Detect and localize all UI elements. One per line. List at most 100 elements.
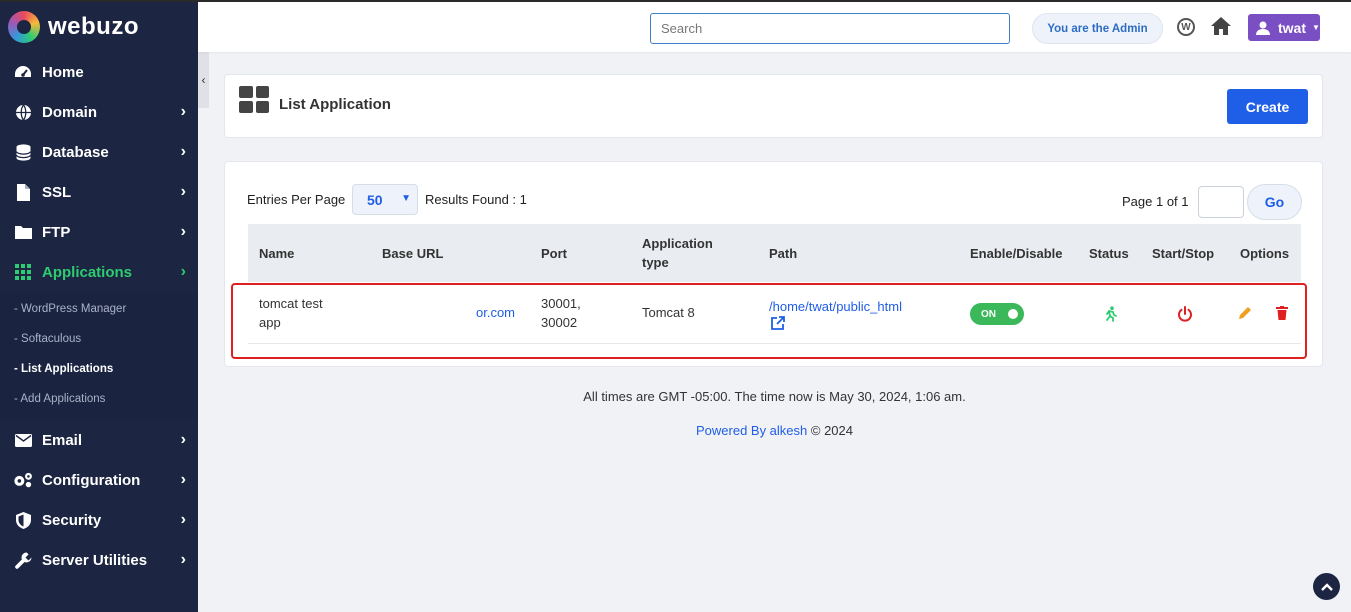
chevron-right-icon: › [180,223,186,240]
database-icon [13,143,33,161]
results-found: Results Found : 1 [425,192,527,207]
submenu-item-softaculous[interactable]: - Softaculous [0,324,198,354]
edit-pencil-icon[interactable] [1238,306,1252,320]
sidebar-item-email[interactable]: Email › [0,420,198,460]
sidebar-item-configuration[interactable]: Configuration › [0,460,198,500]
caret-down-icon: ▼ [1312,23,1320,32]
sidebar-item-database[interactable]: Database › [0,132,198,172]
dashboard-icon [13,63,33,81]
copyright: © 2024 [810,423,854,438]
submenu-item-add-applications[interactable]: - Add Applications [0,384,198,414]
sidebar-collapse-toggle[interactable]: ‹ [198,52,209,108]
wordpress-icon[interactable]: W [1177,18,1195,36]
cell-name-line: app [259,315,281,330]
sidebar-item-label: Database [42,143,109,161]
wrench-icon [13,551,33,569]
globe-icon [13,103,33,121]
create-button[interactable]: Create [1227,89,1308,124]
top-bar: You are the Admin W twat ▼ [198,0,1351,52]
cell-port: 30001, 30002 [541,294,581,332]
toggle-label: ON [981,308,996,320]
column-header-status: Status [1089,246,1129,261]
user-name: twat [1278,19,1306,36]
sidebar-item-label: Server Utilities [42,551,148,569]
column-header-application-type: Application type [642,234,713,272]
chevron-right-icon: › [180,143,186,160]
sidebar-item-ssl[interactable]: SSL › [0,172,198,212]
folder-icon [13,223,33,241]
applications-submenu: - WordPress Manager - Softaculous - List… [0,292,198,420]
column-header-options: Options [1240,246,1290,261]
page-header-card: List Application Create [224,74,1323,138]
sidebar-item-applications[interactable]: Applications › [0,252,198,292]
chevron-right-icon: › [180,103,186,120]
column-header-start-stop: Start/Stop [1152,246,1215,261]
enable-toggle[interactable]: ON [970,303,1024,325]
page-title: List Application [279,96,391,113]
running-status-icon [1106,306,1117,322]
submenu-item-wordpress-manager[interactable]: - WordPress Manager [0,294,198,324]
cell-name: tomcat test app [259,294,323,332]
sidebar-item-security[interactable]: Security › [0,500,198,540]
column-header-name: Name [259,246,295,261]
cell-port-line: 30002 [541,315,578,330]
column-header-port: Port [541,246,567,261]
user-icon [1256,21,1270,35]
toggle-knob [1008,309,1018,319]
cell-application-type: Tomcat 8 [642,305,695,320]
external-link-icon[interactable] [771,316,785,330]
submenu-item-list-applications[interactable]: - List Applications [0,354,198,384]
home-icon[interactable] [1210,16,1232,36]
time-info: All times are GMT -05:00. The time now i… [583,389,966,404]
grid-icon [13,263,33,281]
sidebar: webuzo Home Domain › Database › SSL › FT… [0,0,198,612]
sidebar-item-ftp[interactable]: FTP › [0,212,198,252]
page-number-input[interactable] [1198,186,1244,218]
brand-logo[interactable]: webuzo [0,0,198,52]
entries-per-page-value: 50 [367,191,383,208]
cell-path-link[interactable]: /home/twat/public_html [769,297,902,316]
cell-name-line: tomcat test [259,296,323,311]
column-header-line: type [642,255,669,270]
shield-icon [13,511,33,529]
table-row: tomcat test app or.com 30001, 30002 Tomc… [248,282,1301,344]
delete-trash-icon[interactable] [1276,306,1288,320]
chevron-right-icon: › [180,263,186,280]
sidebar-item-label: Applications [42,263,133,281]
column-header-path: Path [769,246,798,261]
chevron-right-icon: › [180,551,186,568]
cell-port-line: 30001, [541,296,581,311]
gears-icon [13,471,33,489]
power-stop-icon[interactable] [1177,306,1193,322]
column-header-base-url: Base URL [382,246,444,261]
sidebar-item-server-utilities[interactable]: Server Utilities › [0,540,198,580]
chevron-right-icon: › [180,183,186,200]
chevron-down-icon: ▼ [401,193,411,204]
admin-badge[interactable]: You are the Admin [1032,13,1163,44]
page-indicator: Page 1 of 1 [1122,194,1189,209]
user-menu-button[interactable]: twat ▼ [1248,14,1320,41]
sidebar-item-label: Home [42,63,84,81]
go-button[interactable]: Go [1247,184,1302,220]
brand-name: webuzo [48,13,139,40]
sidebar-item-label: Email [42,431,83,449]
table-header: Name Base URL Port Application type Path… [248,224,1301,282]
sidebar-item-home[interactable]: Home [0,52,198,92]
chevron-right-icon: › [180,431,186,448]
column-header-enable-disable: Enable/Disable [970,246,1063,261]
column-header-line: Application [642,236,713,251]
cell-base-url-link[interactable]: or.com [476,303,515,322]
sidebar-item-domain[interactable]: Domain › [0,92,198,132]
sidebar-item-label: Domain [42,103,98,121]
webuzo-logo-icon [8,11,40,43]
file-icon [13,183,33,201]
sidebar-item-label: SSL [42,183,72,201]
powered-by-link[interactable]: Powered By alkesh [696,423,807,438]
entries-per-page-select[interactable]: 50 ▼ [352,184,418,215]
search-input[interactable] [650,13,1010,44]
powered-by: Powered By alkesh © 2024 [198,423,1351,438]
chevron-right-icon: › [180,511,186,528]
scroll-to-top-button[interactable] [1313,573,1340,600]
applications-table-card: Entries Per Page 50 ▼ Results Found : 1 … [224,161,1323,367]
chevron-up-icon [1320,582,1333,591]
